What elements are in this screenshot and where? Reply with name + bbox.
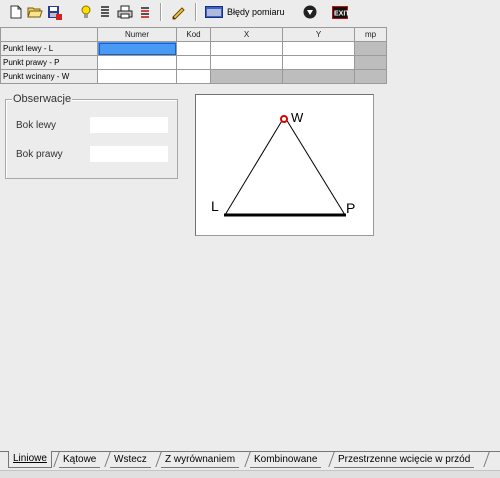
cell-kod[interactable] xyxy=(176,41,211,56)
save-icon[interactable] xyxy=(47,4,63,20)
row-label: Punkt wcinany - W xyxy=(0,69,98,84)
open-folder-icon[interactable] xyxy=(27,4,43,20)
label-p: P xyxy=(346,200,355,216)
down-arrow-icon[interactable] xyxy=(302,4,318,20)
header-x[interactable]: X xyxy=(210,27,283,42)
tab-przestrzenne[interactable]: Przestrzenne wcięcie w przód xyxy=(334,452,475,468)
stack-icon[interactable] xyxy=(137,4,153,20)
errors-label: Błędy pomiaru xyxy=(227,7,285,17)
cell-x xyxy=(210,69,283,84)
tab-divider xyxy=(483,452,490,467)
label-l: L xyxy=(211,198,219,214)
header-kod[interactable]: Kod xyxy=(176,27,211,42)
cell-kod[interactable] xyxy=(176,55,211,70)
cell-x[interactable] xyxy=(210,55,283,70)
cell-kod[interactable] xyxy=(176,69,211,84)
cell-mp xyxy=(354,41,387,56)
row-label: Punkt lewy - L xyxy=(0,41,98,56)
side-pw xyxy=(285,118,346,216)
tab-label: Kątowe xyxy=(63,454,97,465)
tab-label: Liniowe xyxy=(13,453,47,464)
cell-mp xyxy=(354,55,387,70)
points-grid: Numer Kod X Y mp Punkt lewy - L Punkt pr… xyxy=(0,27,387,84)
svg-text:EXIT: EXIT xyxy=(334,10,348,17)
lightbulb-icon[interactable] xyxy=(78,4,94,20)
list-icon[interactable] xyxy=(97,4,113,20)
tab-kombinowane[interactable]: Kombinowane xyxy=(250,452,322,468)
header-numer[interactable]: Numer xyxy=(97,27,177,42)
cell-y xyxy=(282,69,355,84)
label-w: W xyxy=(291,110,304,125)
point-w-marker xyxy=(280,115,288,123)
row-label: Punkt prawy - P xyxy=(0,55,98,70)
table-row: Punkt wcinany - W xyxy=(0,69,387,84)
cell-numer[interactable] xyxy=(97,55,177,70)
side-lw xyxy=(224,118,284,216)
tab-label: Przestrzenne wcięcie w przód xyxy=(338,454,471,465)
exit-icon[interactable]: EXIT xyxy=(332,4,348,20)
header-y[interactable]: Y xyxy=(282,27,355,42)
bok-lewy-label: Bok lewy xyxy=(16,120,57,131)
bok-prawy-input[interactable] xyxy=(90,146,168,162)
observations-group: Obserwacje Bok lewy Bok prawy xyxy=(5,93,178,179)
intersection-diagram: W L P xyxy=(195,94,374,236)
cell-numer[interactable] xyxy=(97,69,177,84)
bok-lewy-input[interactable] xyxy=(90,117,168,133)
cell-y[interactable] xyxy=(282,55,355,70)
observations-title: Obserwacje xyxy=(12,93,73,105)
new-file-icon[interactable] xyxy=(8,4,24,20)
toolbar-separator xyxy=(195,3,197,21)
pencil-icon[interactable] xyxy=(170,4,186,20)
tab-z-wyrownaniem[interactable]: Z wyrównaniem xyxy=(161,452,240,468)
header-mp[interactable]: mp xyxy=(354,27,387,42)
table-row: Punkt lewy - L xyxy=(0,41,387,56)
triangle-diagram: W L P xyxy=(211,110,355,217)
toolbar: Błędy pomiaru EXIT xyxy=(0,0,500,24)
tab-label: Wstecz xyxy=(114,454,147,465)
tab-katowe[interactable]: Kątowe xyxy=(59,452,101,468)
tab-liniowe[interactable]: Liniowe xyxy=(8,451,52,468)
cell-y[interactable] xyxy=(282,41,355,56)
toolbar-separator xyxy=(160,3,162,21)
table-row: Punkt prawy - P xyxy=(0,55,387,70)
cell-x[interactable] xyxy=(210,41,283,56)
tab-wstecz[interactable]: Wstecz xyxy=(110,452,151,468)
cell-mp xyxy=(354,69,387,84)
bok-prawy-label: Bok prawy xyxy=(16,149,63,160)
tab-label: Z wyrównaniem xyxy=(165,454,236,465)
errors-button[interactable]: Błędy pomiaru xyxy=(205,4,285,20)
tab-label: Kombinowane xyxy=(254,454,318,465)
cell-numer[interactable] xyxy=(97,41,177,56)
errors-window-icon xyxy=(205,6,223,18)
corner-header xyxy=(0,27,98,42)
print-icon[interactable] xyxy=(117,4,133,20)
